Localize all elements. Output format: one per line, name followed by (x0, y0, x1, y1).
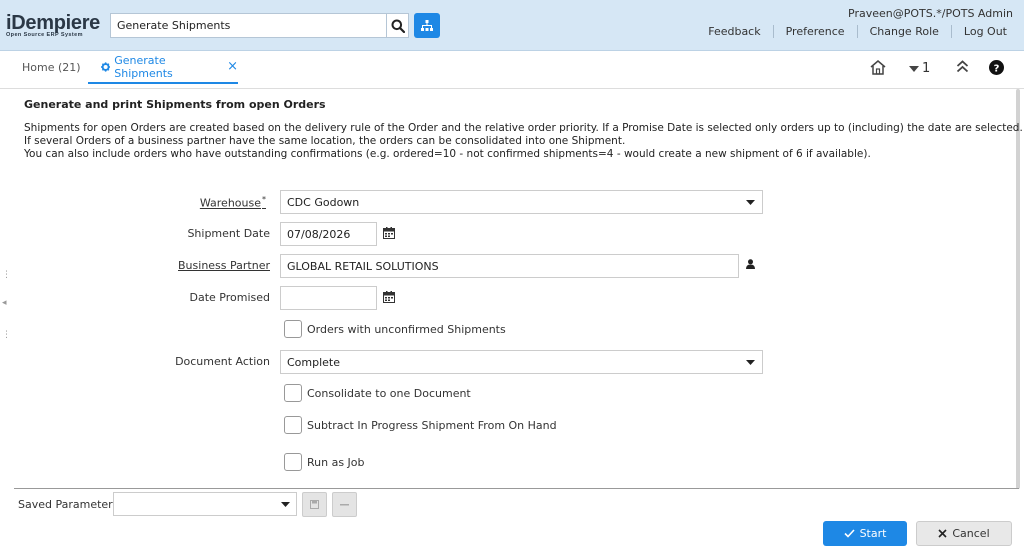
caret-down-icon (909, 65, 919, 72)
change-role-link[interactable]: Change Role (858, 25, 951, 38)
checkbox-label: Subtract In Progress Shipment From On Ha… (307, 418, 557, 432)
collapse-button[interactable] (956, 60, 969, 73)
shipment-date-field[interactable]: 07/08/2026 (280, 222, 377, 246)
consolidate-checkbox-row[interactable]: Consolidate to one Document (284, 384, 471, 402)
calendar-icon[interactable] (383, 291, 395, 306)
process-panel: Generate and print Shipments from open O… (24, 98, 1023, 160)
menu-search-input[interactable]: Generate Shipments (110, 13, 387, 38)
unconfirmed-shipments-checkbox-row[interactable]: Orders with unconfirmed Shipments (284, 320, 506, 338)
run-as-job-checkbox[interactable] (284, 453, 302, 471)
app-header: iDempiere Open Source ERP System Generat… (0, 0, 1024, 51)
checkmark-icon (843, 529, 855, 538)
description-line: If several Orders of a business partner … (24, 135, 626, 147)
save-parameters-button[interactable] (302, 492, 327, 517)
idempiere-logo[interactable]: iDempiere Open Source ERP System (6, 13, 108, 39)
description-line: Shipments for open Orders are created ba… (24, 122, 1023, 134)
close-icon (938, 529, 947, 538)
calendar-icon[interactable] (383, 227, 395, 242)
process-title: Generate and print Shipments from open O… (24, 98, 326, 111)
logout-link[interactable]: Log Out (952, 25, 1014, 38)
window-list-dropdown[interactable]: 1 (909, 61, 930, 76)
subtract-in-progress-checkbox-row[interactable]: Subtract In Progress Shipment From On Ha… (284, 416, 557, 434)
description-line: You can also include orders who have out… (24, 148, 871, 160)
date-promised-field[interactable] (280, 286, 377, 310)
double-chevron-up-icon (956, 60, 969, 73)
delete-parameters-button[interactable] (332, 492, 357, 517)
shipment-date-label: Shipment Date (187, 227, 270, 240)
business-partner-field[interactable]: GLOBAL RETAIL SOLUTIONS (280, 254, 739, 278)
unconfirmed-shipments-checkbox[interactable] (284, 320, 302, 338)
close-tab-icon[interactable]: × (227, 59, 238, 74)
checkbox-label: Run as Job (307, 455, 365, 469)
document-action-dropdown-button[interactable] (738, 350, 763, 374)
sitemap-icon (421, 20, 433, 31)
minus-icon (340, 503, 349, 505)
search-icon (391, 19, 405, 33)
home-button[interactable] (870, 60, 886, 75)
warehouse-label-text: Warehouse (199, 196, 261, 210)
tab-generate-shipments[interactable]: Generate Shipments × (88, 51, 238, 84)
cancel-label: Cancel (952, 527, 990, 540)
person-icon[interactable] (746, 259, 755, 272)
warehouse-label[interactable]: Warehouse* (150, 195, 266, 210)
process-description: Shipments for open Orders are created ba… (24, 122, 1023, 161)
logo-text: iDempiere (6, 12, 101, 34)
svg-text:?: ? (994, 64, 1000, 75)
start-button[interactable]: Start (823, 521, 907, 546)
subtract-in-progress-checkbox[interactable] (284, 416, 302, 434)
checkbox-label: Consolidate to one Document (307, 386, 471, 400)
mandatory-marker: * (262, 195, 266, 204)
warehouse-dropdown-button[interactable] (738, 190, 763, 214)
window-tabbar: Home (21) Generate Shipments × 1 ? (0, 51, 1024, 89)
floppy-disk-icon (310, 500, 319, 509)
caret-down-icon (745, 359, 755, 365)
date-promised-label: Date Promised (189, 291, 271, 304)
saved-parameters-field[interactable] (113, 492, 275, 516)
warehouse-field[interactable]: CDC Godown (280, 190, 739, 214)
document-action-field[interactable]: Complete (280, 350, 739, 374)
consolidate-checkbox[interactable] (284, 384, 302, 402)
caret-down-icon (745, 199, 755, 205)
preference-link[interactable]: Preference (774, 25, 857, 38)
tab-home[interactable]: Home (21) (22, 51, 81, 84)
caret-down-icon (280, 501, 290, 507)
tab-label: Generate Shipments (114, 53, 173, 80)
sitemap-button[interactable] (414, 13, 440, 38)
run-as-job-checkbox-row[interactable]: Run as Job (284, 453, 365, 471)
help-icon: ? (989, 60, 1004, 75)
cancel-button[interactable]: Cancel (916, 521, 1012, 546)
business-partner-label[interactable]: Business Partner (150, 259, 270, 272)
gear-icon (101, 61, 111, 72)
document-action-label: Document Action (175, 355, 270, 368)
home-icon (870, 60, 886, 75)
saved-parameters-label: Saved Parameters (18, 498, 119, 511)
start-label: Start (859, 527, 887, 540)
top-links: Feedback Preference Change Role Log Out (696, 25, 1014, 38)
saved-parameters-dropdown-button[interactable] (274, 492, 297, 516)
footer-divider (14, 488, 1019, 489)
splitter-grip-icon[interactable]: ⋮ (2, 270, 11, 280)
user-info[interactable]: Praveen@POTS.*/POTS Admin (848, 7, 1013, 20)
checkbox-label: Orders with unconfirmed Shipments (307, 322, 506, 336)
help-button[interactable]: ? (989, 60, 1004, 75)
splitter-collapse-icon[interactable]: ◂ (2, 298, 7, 308)
open-window-count: 1 (922, 61, 931, 76)
splitter-grip-icon[interactable]: ⋮ (2, 330, 11, 340)
search-button[interactable] (386, 13, 409, 38)
feedback-link[interactable]: Feedback (696, 25, 772, 38)
